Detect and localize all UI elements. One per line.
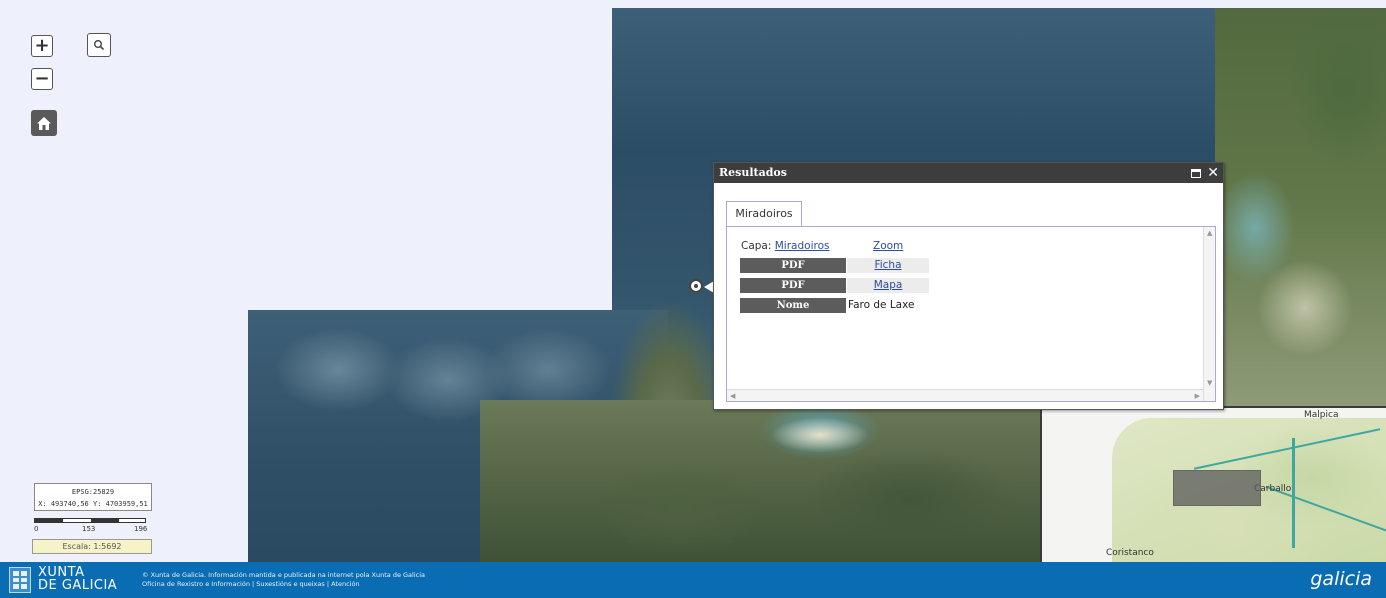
results-popup[interactable]: Resultados ✕ Miradoiros Capa: Miradoiros… — [713, 162, 1224, 410]
minus-icon: − — [34, 68, 50, 89]
scale-ratio: Escala: 1:5692 — [32, 539, 152, 554]
result-label: PDF — [740, 258, 846, 273]
maximize-icon[interactable] — [1191, 168, 1202, 178]
zoom-out-button[interactable]: − — [31, 68, 53, 90]
tab-miradoiros[interactable]: Miradoiros — [726, 201, 802, 227]
scale-label-start: 0 — [34, 525, 39, 533]
coordinate-crs: EPSG:25829 — [71, 488, 115, 496]
overview-label: Malpica — [1304, 410, 1339, 420]
scroll-right-icon[interactable]: ▶ — [1195, 392, 1200, 400]
result-row: PDF Mapa — [740, 278, 940, 293]
vertical-scrollbar[interactable]: ▲ ▼ — [1203, 227, 1215, 401]
home-button[interactable] — [31, 110, 57, 136]
footer: XUNTA DE GALICIA © Xunta de Galicia. Inf… — [0, 562, 1386, 598]
scale-bar: 0 153 196 — [34, 516, 150, 536]
overview-extent-box[interactable] — [1173, 470, 1261, 506]
coordinate-readout: EPSG:25829 X: 493740,56 Y: 4703959,51 — [34, 483, 152, 511]
galicia-logo[interactable]: galicia — [1310, 568, 1372, 590]
results-content: Capa: Miradoiros Zoom PDF Ficha PDF Mapa… — [726, 226, 1216, 402]
result-row: Nome Faro de Laxe — [740, 298, 940, 313]
popup-title: Resultados — [719, 166, 787, 179]
capa-label: Capa: — [741, 240, 772, 252]
capa-row: Capa: Miradoiros Zoom — [741, 239, 1041, 254]
coordinate-values: X: 493740,56 Y: 4703959,51 — [38, 500, 148, 508]
close-icon[interactable]: ✕ — [1207, 166, 1219, 180]
search-icon — [94, 40, 105, 51]
result-row: PDF Ficha — [740, 258, 940, 273]
footer-info-line1: © Xunta de Galicia. Información mantida … — [142, 571, 426, 579]
overview-river — [1292, 438, 1295, 548]
scroll-left-icon[interactable]: ◀ — [730, 392, 735, 400]
ficha-link[interactable]: Ficha — [874, 259, 901, 271]
horizontal-scrollbar[interactable]: ◀ ▶ — [727, 389, 1203, 401]
scroll-down-icon[interactable]: ▼ — [1207, 379, 1212, 387]
scroll-up-icon[interactable]: ▲ — [1207, 229, 1212, 237]
overview-label: Coristanco — [1106, 548, 1154, 558]
zoom-in-button[interactable]: + — [31, 35, 53, 57]
result-label: PDF — [740, 278, 846, 293]
zoom-link[interactable]: Zoom — [873, 239, 903, 254]
brand-line2: DE GALICIA — [38, 578, 118, 593]
nome-value: Faro de Laxe — [848, 299, 915, 311]
scale-bar-graphic — [34, 518, 146, 523]
footer-links[interactable]: Oficina de Rexistro e Información | Suxe… — [142, 580, 425, 589]
home-icon — [37, 116, 51, 130]
mapa-link[interactable]: Mapa — [874, 279, 903, 291]
scale-label-mid: 153 — [82, 525, 96, 533]
popup-titlebar[interactable]: Resultados ✕ — [714, 163, 1223, 183]
capa-link[interactable]: Miradoiros — [775, 240, 830, 252]
scale-label-end: 196 — [134, 525, 148, 533]
overview-map[interactable]: Malpica Carballo Coristanco — [1040, 406, 1386, 562]
footer-info: © Xunta de Galicia. Información mantida … — [142, 571, 425, 589]
aerial-imagery-beach — [760, 410, 890, 465]
xunta-brand[interactable]: XUNTA DE GALICIA — [38, 566, 117, 592]
result-label: Nome — [740, 298, 846, 313]
plus-icon: + — [34, 35, 50, 56]
location-marker[interactable] — [689, 279, 703, 293]
xunta-logo-icon — [9, 567, 31, 593]
aerial-imagery-land-east — [1215, 8, 1386, 408]
search-button[interactable] — [87, 33, 111, 57]
